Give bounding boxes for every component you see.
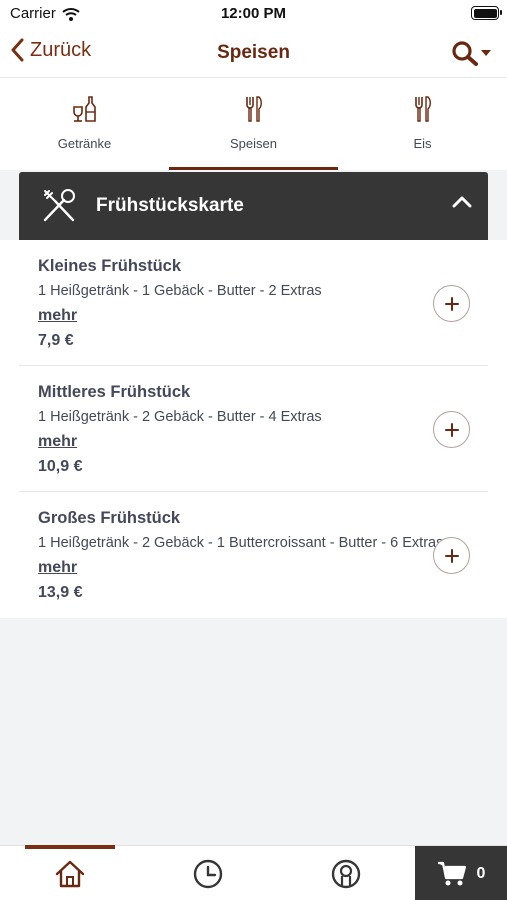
chevron-up-icon	[452, 196, 472, 208]
list-item: Großes Frühstück 1 Heißgetränk - 2 Gebäc…	[0, 492, 507, 618]
tab-speisen[interactable]: Speisen	[169, 78, 338, 170]
crossed-cutlery-icon	[43, 189, 75, 222]
item-description: 1 Heißgetränk - 2 Gebäck - 1 Buttercrois…	[38, 535, 444, 551]
item-description: 1 Heißgetränk - 1 Gebäck - Butter - 2 Ex…	[38, 283, 322, 299]
cutlery-icon	[414, 96, 431, 122]
more-link[interactable]: mehr	[38, 307, 77, 325]
tab-eis[interactable]: Eis	[338, 78, 507, 170]
item-price: 10,9 €	[38, 458, 83, 475]
list-item: Mittleres Frühstück 1 Heißgetränk - 2 Ge…	[0, 366, 507, 492]
account-button[interactable]	[301, 846, 391, 900]
chevron-down-icon	[481, 50, 491, 56]
tab-label: Eis	[413, 136, 432, 151]
account-icon	[331, 859, 361, 888]
list-item: Kleines Frühstück 1 Heißgetränk - 1 Gebä…	[0, 240, 507, 366]
page-title: Speisen	[217, 42, 290, 63]
item-price: 13,9 €	[38, 584, 83, 601]
cart-button[interactable]: 0	[415, 846, 507, 900]
item-name: Kleines Frühstück	[38, 257, 182, 275]
item-name: Mittleres Frühstück	[38, 383, 191, 401]
item-price: 7,9 €	[38, 332, 74, 349]
battery-icon	[471, 6, 502, 20]
bottom-tab-bar: 0	[0, 845, 507, 900]
home-button[interactable]	[25, 845, 115, 900]
section-title: Frühstückskarte	[96, 195, 244, 216]
tab-label: Speisen	[230, 136, 277, 151]
search-icon	[452, 41, 478, 66]
category-tabs: Getränke Speisen Eis	[0, 78, 507, 170]
add-button[interactable]	[433, 411, 470, 448]
plus-icon	[444, 422, 459, 437]
nav-bar: Zurück Speisen	[0, 30, 507, 78]
home-icon	[55, 860, 85, 887]
status-bar: Carrier 12:00 PM	[0, 0, 507, 30]
tab-label: Getränke	[57, 136, 112, 151]
cart-icon	[437, 861, 466, 885]
tab-getraenke[interactable]: Getränke	[0, 78, 169, 170]
item-name: Großes Frühstück	[38, 509, 181, 527]
add-button[interactable]	[433, 285, 470, 322]
search-button[interactable]	[451, 40, 491, 66]
section-header-fruehstueckskarte[interactable]: Frühstückskarte	[19, 172, 488, 240]
more-link[interactable]: mehr	[38, 433, 77, 451]
more-link[interactable]: mehr	[38, 559, 77, 577]
plus-icon	[444, 296, 459, 311]
item-description: 1 Heißgetränk - 2 Gebäck - Butter - 4 Ex…	[38, 409, 322, 425]
drinks-icon	[72, 96, 96, 122]
plus-icon	[444, 548, 459, 563]
cutlery-icon	[245, 96, 262, 122]
status-time: 12:00 PM	[220, 5, 287, 22]
add-button[interactable]	[433, 537, 470, 574]
menu-list: Kleines Frühstück 1 Heißgetränk - 1 Gebä…	[0, 240, 507, 618]
cart-count: 0	[476, 864, 486, 882]
clock-icon	[193, 859, 223, 888]
history-button[interactable]	[163, 846, 253, 900]
